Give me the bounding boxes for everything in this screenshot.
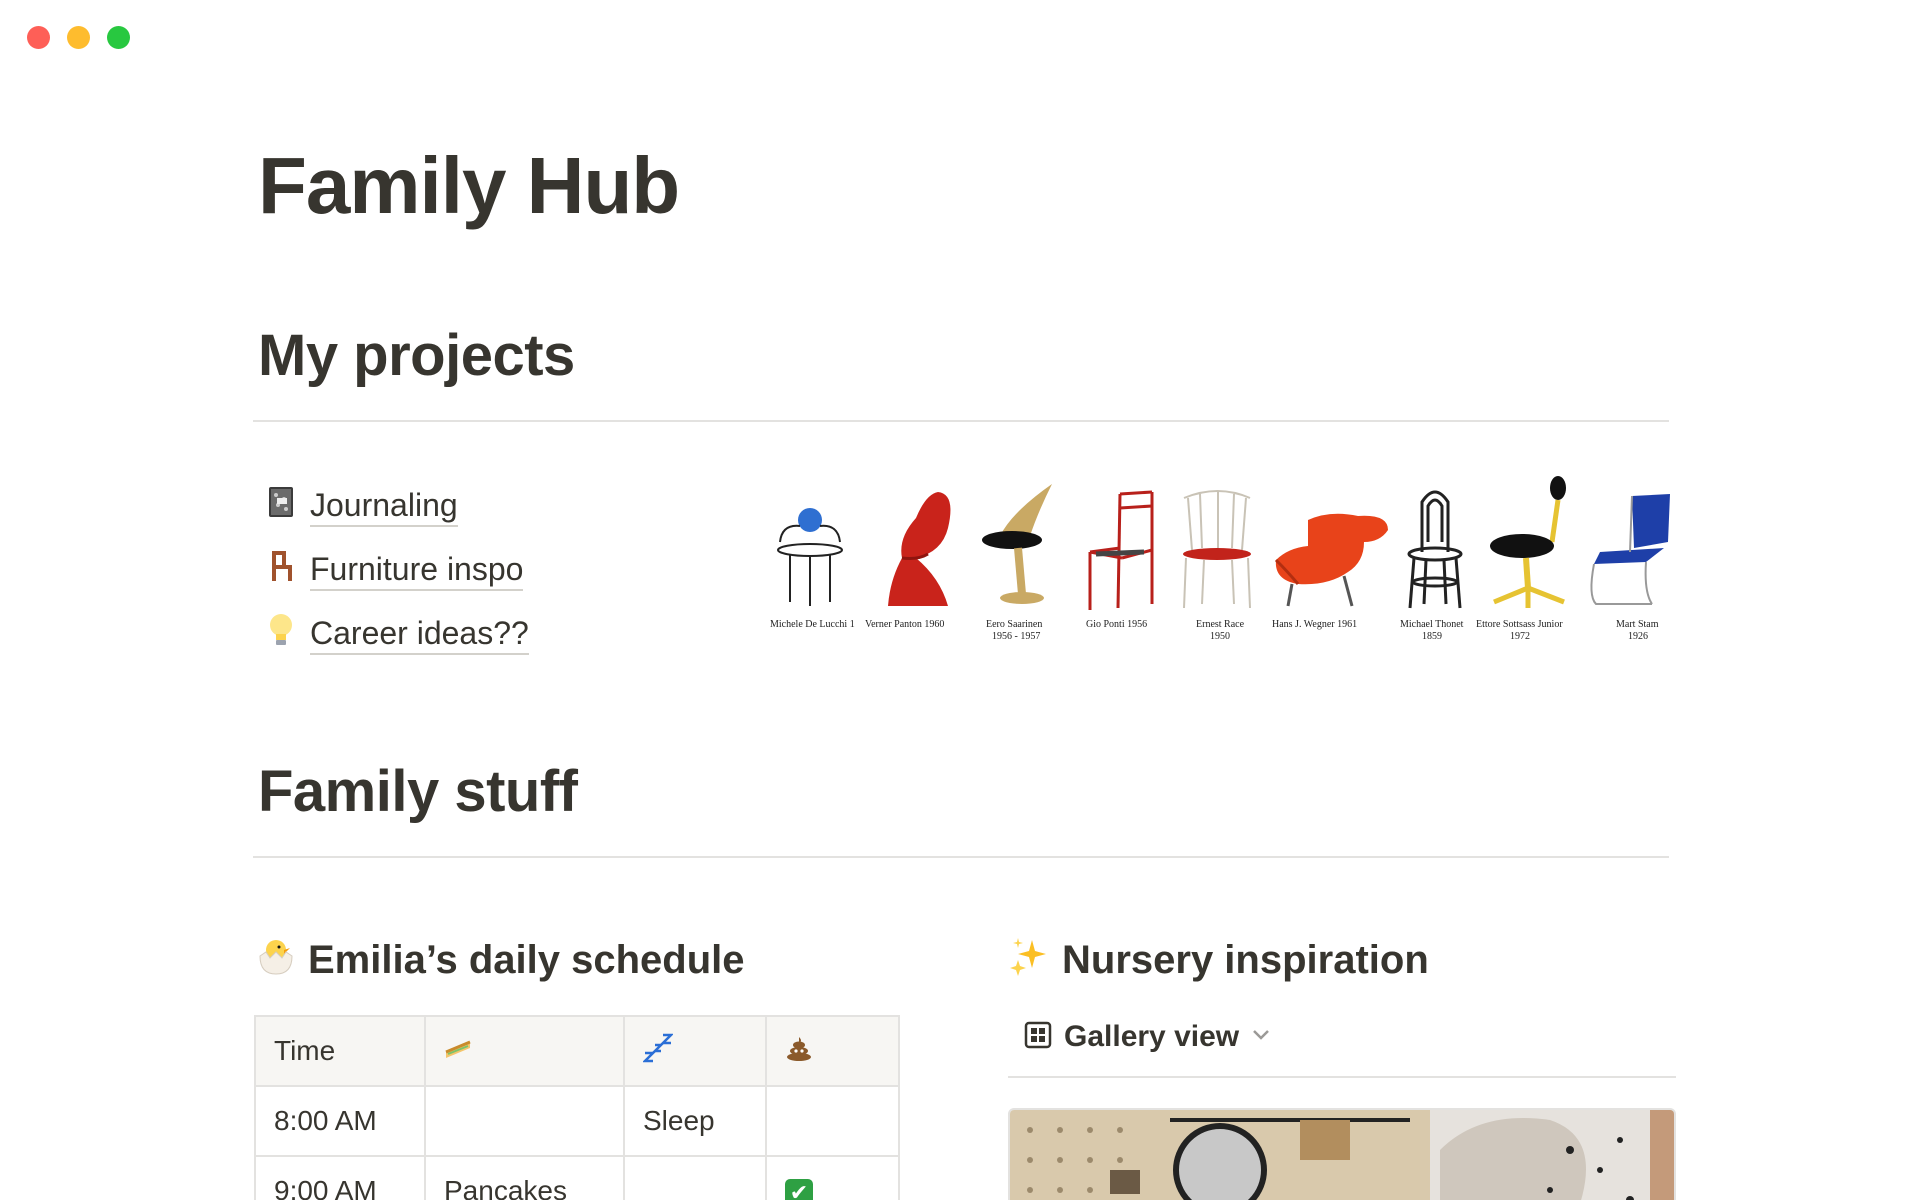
minimize-window-button[interactable] bbox=[67, 26, 90, 49]
zzz-icon bbox=[641, 1033, 675, 1069]
chair-caption: Verner Panton 1960 bbox=[865, 619, 945, 630]
column-header-food[interactable] bbox=[424, 1015, 625, 1087]
chair-illustration bbox=[1274, 513, 1388, 607]
chair-caption: Hans J. Wegner 1961 bbox=[1272, 619, 1358, 630]
project-link-furniture[interactable]: Furniture inspo bbox=[264, 538, 529, 602]
cell-sleep[interactable]: Sleep bbox=[623, 1085, 767, 1157]
maximize-window-button[interactable] bbox=[107, 26, 130, 49]
gallery-card[interactable] bbox=[1008, 1108, 1676, 1200]
chair-caption-year: 1972 bbox=[1510, 631, 1530, 642]
project-link-journaling[interactable]: Journaling bbox=[264, 474, 529, 538]
projects-divider bbox=[253, 420, 1669, 422]
nursery-heading-text: Nursery inspiration bbox=[1062, 938, 1429, 982]
chair-illustration bbox=[1590, 494, 1670, 605]
cell-sleep[interactable] bbox=[623, 1155, 767, 1200]
family-divider bbox=[253, 856, 1669, 858]
schedule-table: Time 8:00 AM Sleep 9:00 AM Pancakes ✔ bbox=[254, 1015, 900, 1200]
chair-caption-year: 1950 bbox=[1210, 631, 1230, 642]
projects-list: Journaling Furniture inspo Career ideas?… bbox=[264, 474, 529, 666]
chair-caption: Michael Thonet bbox=[1400, 619, 1464, 630]
sparkles-icon bbox=[1010, 936, 1050, 985]
poop-icon bbox=[785, 1036, 813, 1067]
check-mark-icon: ✔ bbox=[785, 1179, 813, 1200]
notebook-icon bbox=[264, 485, 298, 527]
project-link-career[interactable]: Career ideas?? bbox=[264, 602, 529, 666]
table-row: 9:00 AM Pancakes ✔ bbox=[254, 1155, 900, 1200]
chair-illustration bbox=[982, 484, 1052, 604]
cell-food[interactable]: Pancakes bbox=[424, 1155, 625, 1200]
close-window-button[interactable] bbox=[27, 26, 50, 49]
chair-caption: Ettore Sottsass Junior bbox=[1476, 619, 1563, 630]
window-controls bbox=[27, 26, 130, 49]
project-link-label[interactable]: Furniture inspo bbox=[310, 550, 524, 591]
page-title: Family Hub bbox=[258, 141, 680, 230]
chair-illustration bbox=[1088, 490, 1154, 610]
sandwich-icon bbox=[444, 1035, 472, 1066]
schedule-heading-text: Emilia’s daily schedule bbox=[308, 938, 745, 982]
gallery-grid-icon bbox=[1024, 1021, 1052, 1054]
chair-icon bbox=[264, 549, 298, 591]
chair-illustration bbox=[1490, 476, 1566, 608]
cell-poo[interactable]: ✔ bbox=[765, 1155, 900, 1200]
chair-illustration bbox=[1407, 490, 1463, 609]
table-header-row: Time bbox=[254, 1015, 900, 1087]
cell-poo[interactable] bbox=[765, 1085, 900, 1157]
chair-caption: Eero Saarinen bbox=[986, 619, 1043, 630]
cell-food[interactable] bbox=[424, 1085, 625, 1157]
chair-illustration bbox=[888, 492, 951, 606]
chair-caption-year: 1859 bbox=[1422, 631, 1442, 642]
chair-caption-year: 1956 - 1957 bbox=[992, 631, 1041, 642]
gallery-view-selector[interactable]: Gallery view bbox=[1024, 1020, 1271, 1054]
schedule-heading: Emilia’s daily schedule bbox=[256, 936, 744, 985]
table-row: 8:00 AM Sleep bbox=[254, 1085, 900, 1157]
chair-illustration bbox=[1183, 490, 1251, 609]
projects-heading: My projects bbox=[258, 323, 575, 388]
chair-caption: Ernest Race bbox=[1196, 619, 1245, 630]
project-link-label[interactable]: Career ideas?? bbox=[310, 614, 529, 655]
chevron-down-icon bbox=[1251, 1028, 1271, 1047]
chair-caption: Michele De Lucchi 1 bbox=[770, 619, 855, 630]
chair-illustration bbox=[777, 508, 843, 606]
cell-time[interactable]: 8:00 AM bbox=[254, 1085, 426, 1157]
column-header-time[interactable]: Time bbox=[254, 1015, 426, 1087]
lightbulb-icon bbox=[264, 612, 298, 656]
family-heading: Family stuff bbox=[258, 759, 578, 824]
nursery-heading: Nursery inspiration bbox=[1010, 936, 1429, 985]
nursery-photo bbox=[1010, 1110, 1674, 1200]
column-header-sleep[interactable] bbox=[623, 1015, 767, 1087]
column-header-poo[interactable] bbox=[765, 1015, 900, 1087]
chair-caption: Mart Stam bbox=[1616, 619, 1659, 630]
project-link-label[interactable]: Journaling bbox=[310, 486, 458, 527]
hatching-chick-icon bbox=[256, 936, 296, 985]
gallery-view-divider bbox=[1008, 1076, 1676, 1078]
chair-inspiration-image: Michele De Lucchi 1 Verner Panton 1960 E… bbox=[760, 470, 1670, 642]
chair-caption-year: 1926 bbox=[1628, 631, 1648, 642]
cell-time[interactable]: 9:00 AM bbox=[254, 1155, 426, 1200]
gallery-view-label: Gallery view bbox=[1064, 1020, 1240, 1053]
chair-caption: Gio Ponti 1956 bbox=[1086, 619, 1148, 630]
